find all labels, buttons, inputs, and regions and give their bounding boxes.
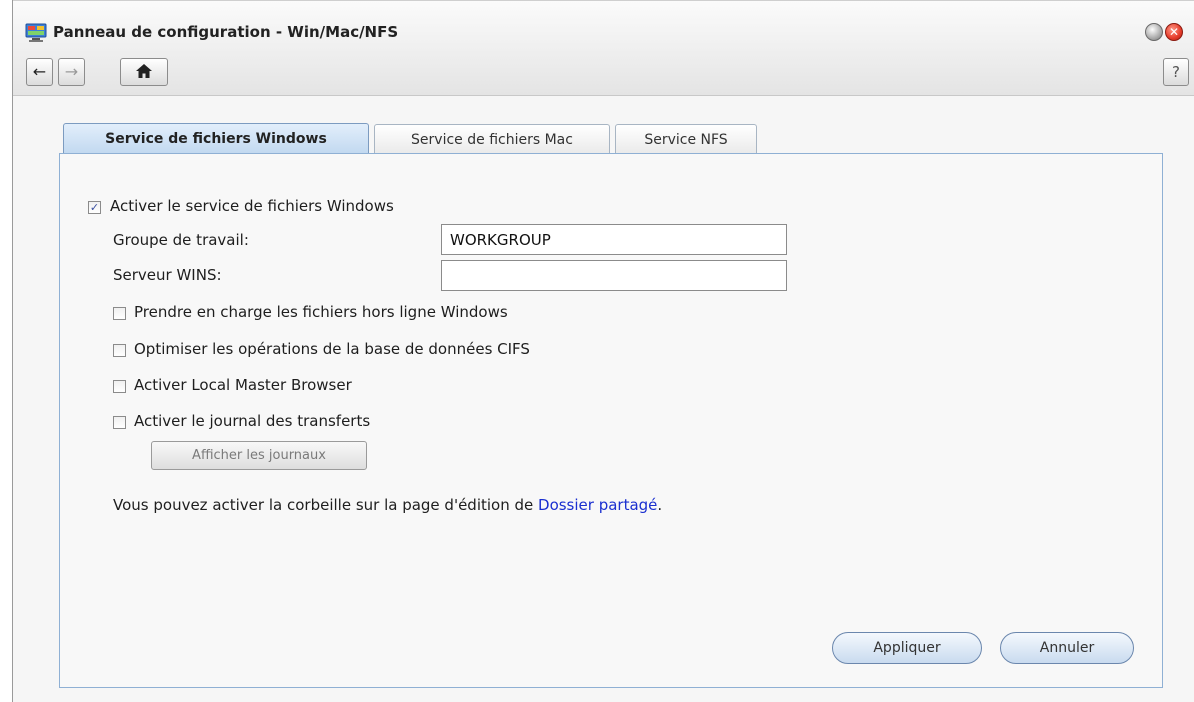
recycle-note-period: . (657, 496, 663, 514)
arrow-right-icon: → (64, 62, 79, 81)
optimize-cifs-checkbox[interactable] (113, 344, 126, 357)
recycle-note-text: Vous pouvez activer la corbeille sur la … (113, 496, 539, 514)
enable-windows-label: Activer le service de fichiers Windows (110, 197, 394, 215)
settings-panel: ✓ Activer le service de fichiers Windows… (59, 153, 1163, 688)
tab-mac-file-service[interactable]: Service de fichiers Mac (374, 124, 610, 155)
window-title: Panneau de configuration - Win/Mac/NFS (53, 23, 399, 41)
transfer-log-checkbox[interactable] (113, 416, 126, 429)
enable-windows-checkbox[interactable]: ✓ (88, 201, 101, 214)
wins-server-input[interactable] (441, 260, 787, 291)
tab-nfs-service[interactable]: Service NFS (615, 124, 757, 155)
close-button[interactable]: ✕ (1165, 23, 1183, 41)
title-bar: Panneau de configuration - Win/Mac/NFS ✕… (13, 0, 1194, 96)
recycle-bin-note: Vous pouvez activer la corbeille sur la … (113, 496, 662, 514)
shared-folder-link[interactable]: Dossier partagé (538, 496, 657, 514)
control-panel-icon (25, 23, 47, 43)
cancel-button[interactable]: Annuler (1000, 632, 1134, 664)
wins-server-label: Serveur WINS: (113, 266, 222, 284)
home-icon (135, 62, 153, 81)
arrow-left-icon: ← (32, 62, 47, 81)
offline-files-checkbox[interactable] (113, 307, 126, 320)
apply-button[interactable]: Appliquer (832, 632, 982, 664)
back-button[interactable]: ← (26, 58, 53, 86)
control-panel-window: Panneau de configuration - Win/Mac/NFS ✕… (12, 0, 1194, 702)
workgroup-label: Groupe de travail: (113, 231, 249, 249)
home-button[interactable] (120, 58, 168, 86)
workgroup-input[interactable] (441, 224, 787, 255)
minimize-button[interactable] (1145, 23, 1163, 41)
view-logs-button[interactable]: Afficher les journaux (151, 441, 367, 470)
help-button[interactable]: ? (1163, 58, 1189, 86)
transfer-log-label: Activer le journal des transferts (134, 412, 371, 430)
local-master-browser-checkbox[interactable] (113, 380, 126, 393)
forward-button[interactable]: → (58, 58, 85, 86)
tab-windows-file-service[interactable]: Service de fichiers Windows (63, 123, 369, 156)
local-master-browser-label: Activer Local Master Browser (134, 376, 352, 394)
optimize-cifs-label: Optimiser les opérations de la base de d… (134, 340, 530, 358)
offline-files-label: Prendre en charge les fichiers hors lign… (134, 303, 508, 321)
